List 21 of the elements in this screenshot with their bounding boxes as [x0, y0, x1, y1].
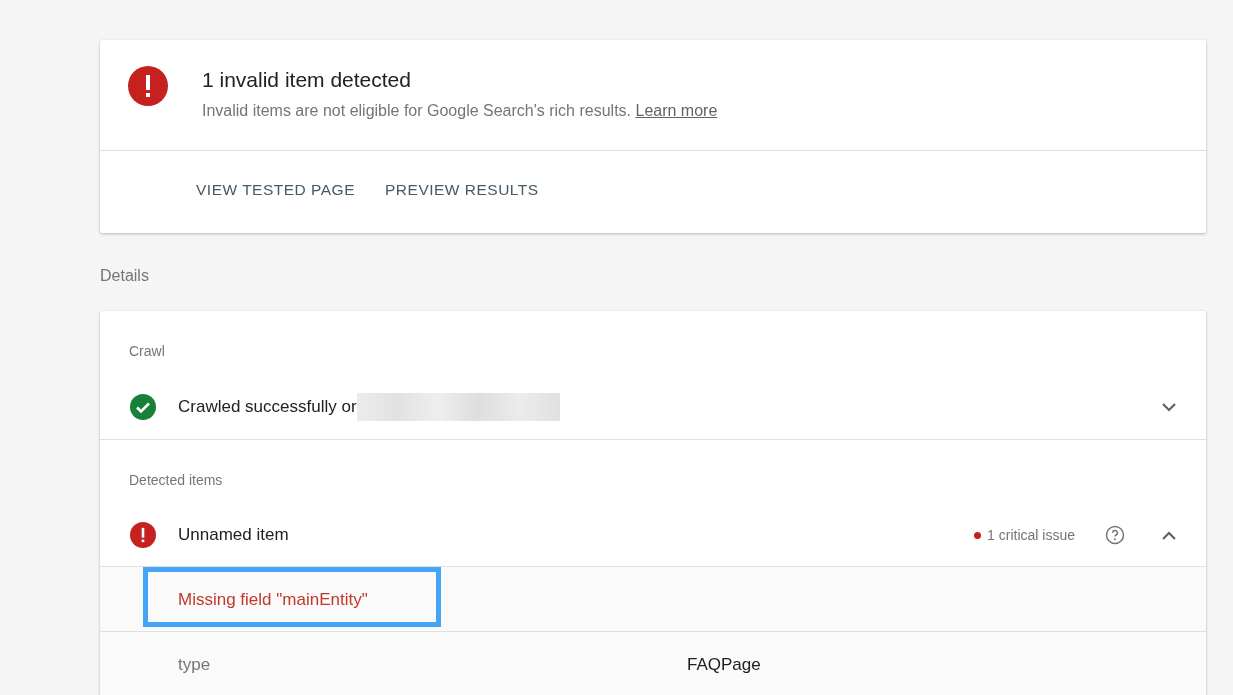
section-label: Crawl	[128, 342, 166, 361]
summary-description: Invalid items are not eligible for Google Search's rich results. Learn more	[202, 102, 718, 120]
issue-count: 1 critical issue	[974, 527, 1075, 543]
error-icon	[128, 66, 168, 106]
item-title: Unnamed item	[178, 525, 289, 545]
learn-more-link[interactable]: Learn more	[635, 102, 718, 119]
summary-title: 1 invalid item detected	[202, 68, 412, 92]
issue-dot	[974, 531, 982, 539]
details-heading: Details	[100, 267, 150, 285]
action-button[interactable]: VIEW TESTED PAGE	[188, 175, 363, 205]
missing-field-error: Missing field "mainEntity"	[178, 590, 368, 610]
section-label: Detected items	[128, 471, 224, 490]
action-button[interactable]: PREVIEW RESULTS	[377, 175, 547, 205]
help-icon[interactable]	[1105, 525, 1125, 545]
chevron-up-icon[interactable]	[1161, 530, 1177, 540]
chevron-down-icon[interactable]	[1161, 402, 1177, 412]
error-icon	[130, 522, 156, 548]
field-name: type	[178, 655, 212, 675]
item-title: Crawled successfully or	[178, 397, 357, 417]
check-circle-icon	[130, 394, 156, 420]
field-value: FAQPage	[687, 655, 761, 675]
